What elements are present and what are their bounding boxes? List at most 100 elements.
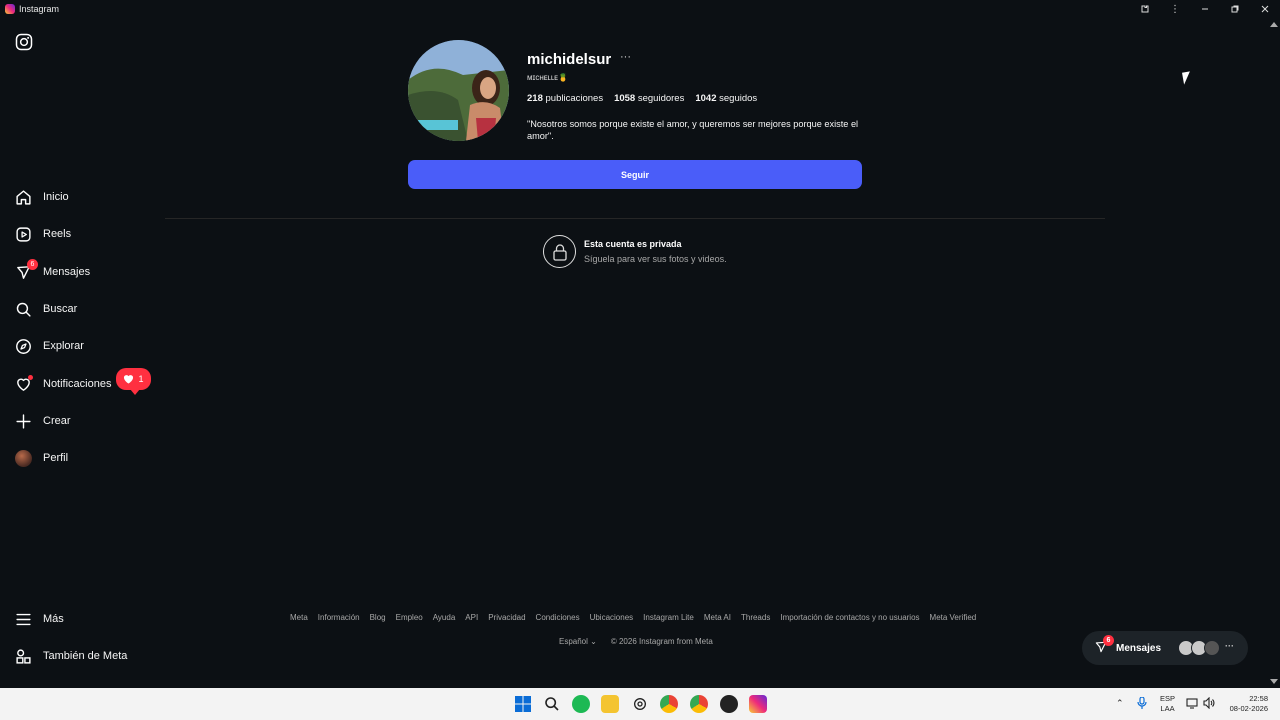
divider	[165, 218, 1105, 219]
copyright: © 2026 Instagram from Meta	[610, 637, 713, 646]
instagram-app-icon	[5, 4, 15, 14]
app-icon[interactable]	[720, 695, 738, 713]
sidebar-item-explorar[interactable]: Explorar	[14, 334, 84, 358]
hamburger-menu-icon	[14, 610, 33, 629]
windows-start-icon[interactable]	[514, 695, 532, 713]
notification-pill[interactable]: 1	[116, 368, 151, 395]
profile-picture[interactable]	[408, 40, 509, 141]
sidebar-item-label: Explorar	[43, 340, 84, 352]
sidebar-item-buscar[interactable]: Buscar	[14, 297, 77, 321]
sidebar-item-label: Perfil	[43, 452, 69, 464]
following-stat[interactable]: 1042 seguidos	[695, 93, 757, 104]
reels-icon	[14, 225, 33, 244]
footer-link[interactable]: Threads	[741, 613, 770, 622]
search-icon	[14, 300, 33, 319]
instagram-logo-icon[interactable]	[15, 33, 33, 51]
sidebar-item-label: Reels	[43, 228, 72, 240]
sidebar-item-label: Crear	[43, 415, 71, 427]
extensions-icon[interactable]	[1130, 0, 1160, 18]
sidebar-item-label: Inicio	[43, 191, 69, 203]
avatar	[15, 449, 32, 467]
footer-link[interactable]: API	[465, 613, 478, 622]
spotify-icon[interactable]	[572, 695, 590, 713]
footer-link[interactable]: Meta Verified	[930, 613, 977, 622]
sidebar-item-notificaciones[interactable]: Notificaciones	[14, 372, 111, 396]
avatar	[1204, 640, 1220, 656]
window-title: Instagram	[19, 4, 60, 14]
sidebar-item-label: Notificaciones	[43, 378, 112, 390]
scroll-up-icon[interactable]	[1270, 22, 1278, 27]
scrollbar[interactable]	[1268, 18, 1280, 688]
clock[interactable]: 22:58 08-02-2026	[1224, 694, 1268, 714]
lock-icon	[543, 235, 576, 268]
language-select[interactable]: Español ⌄	[559, 637, 597, 646]
plus-icon	[14, 412, 33, 431]
footer-bottom: Español ⌄ © 2026 Instagram from Meta	[559, 637, 713, 646]
language-indicator[interactable]: ESP LAA	[1160, 694, 1175, 714]
sidebar-item-meta[interactable]: También de Meta	[14, 644, 127, 668]
heart-icon	[14, 374, 33, 394]
instagram-icon[interactable]	[749, 695, 767, 713]
volume-icon[interactable]	[1203, 696, 1215, 712]
messenger-icon: 6	[1094, 635, 1114, 656]
chrome-icon[interactable]	[660, 695, 678, 713]
sidebar-item-label: Mensajes	[43, 266, 91, 278]
private-account-title: Esta cuenta es privada	[584, 239, 682, 249]
file-explorer-icon[interactable]	[601, 695, 619, 713]
messages-badge: 6	[27, 258, 38, 270]
footer-link[interactable]: Información	[318, 613, 360, 622]
network-icon[interactable]	[1186, 697, 1198, 712]
chevron-up-icon[interactable]: ⌃	[1116, 698, 1124, 708]
sidebar-item-mensajes[interactable]: 6 Mensajes	[14, 258, 91, 284]
profile-username: michidelsur	[527, 51, 612, 68]
footer-link[interactable]: Ubicaciones	[590, 613, 634, 622]
profile-stats: 218 publicaciones 1058 seguidores 1042 s…	[527, 93, 757, 104]
compass-icon	[14, 337, 33, 356]
sidebar-item-reels[interactable]: Reels	[14, 222, 71, 246]
kebab-menu-icon[interactable]: ⋮	[1160, 0, 1190, 18]
posts-stat: 218 publicaciones	[527, 93, 604, 104]
messenger-icon: 6	[14, 258, 38, 282]
footer-link[interactable]: Blog	[370, 613, 386, 622]
scroll-down-icon[interactable]	[1270, 679, 1278, 684]
messages-badge: 6	[1103, 635, 1114, 646]
more-options-icon[interactable]: ···	[620, 51, 631, 63]
taskbar: ⌃ ESP LAA 22:58 08-02-2026	[0, 688, 1280, 720]
footer-link[interactable]: Condiciones	[536, 613, 580, 622]
chevron-down-icon: ⌄	[590, 637, 597, 646]
footer-link[interactable]: Meta	[290, 613, 308, 622]
footer-link[interactable]: Instagram Lite	[643, 613, 694, 622]
footer-link[interactable]: Importación de contactos y no usuarios	[780, 613, 919, 622]
search-icon[interactable]	[543, 695, 561, 713]
sidebar-item-label: Más	[43, 613, 64, 625]
profile-bio: "Nosotros somos porque existe el amor, y…	[527, 119, 859, 141]
chatgpt-icon[interactable]	[631, 695, 649, 713]
footer-link[interactable]: Empleo	[396, 613, 423, 622]
follow-button[interactable]: Seguir	[408, 160, 862, 189]
notification-count: 1	[138, 374, 144, 384]
footer-link[interactable]: Privacidad	[488, 613, 525, 622]
sidebar-item-label: Buscar	[43, 303, 78, 315]
minimize-button[interactable]	[1190, 0, 1220, 18]
close-button[interactable]	[1250, 0, 1280, 18]
followers-stat[interactable]: 1058 seguidores	[614, 93, 684, 104]
microphone-icon[interactable]	[1137, 696, 1147, 712]
sidebar: Inicio Reels 6 Mensajes Buscar Explorar …	[0, 18, 160, 688]
sidebar-item-label: También de Meta	[43, 650, 128, 662]
messages-label: Mensajes	[1116, 642, 1162, 654]
heart-filled-icon	[124, 375, 134, 384]
more-icon: ···	[1225, 641, 1234, 651]
footer-links: Meta Información Blog Empleo Ayuda API P…	[290, 613, 976, 622]
meta-apps-icon	[14, 647, 33, 666]
sidebar-item-perfil[interactable]: Perfil	[14, 446, 68, 470]
sidebar-item-mas[interactable]: Más	[14, 607, 64, 631]
private-account-subtitle: Síguela para ver sus fotos y videos.	[584, 254, 727, 264]
sidebar-item-crear[interactable]: Crear	[14, 409, 71, 433]
sidebar-item-inicio[interactable]: Inicio	[14, 185, 69, 209]
profile-display-name: ᴍɪᴄʜᴇʟʟᴇ🍍	[527, 73, 569, 82]
footer-link[interactable]: Meta AI	[704, 613, 731, 622]
footer-link[interactable]: Ayuda	[433, 613, 456, 622]
messages-floating-bar[interactable]: 6 Mensajes ···	[1082, 631, 1248, 665]
chrome-icon[interactable]	[690, 695, 708, 713]
restore-button[interactable]	[1220, 0, 1250, 18]
